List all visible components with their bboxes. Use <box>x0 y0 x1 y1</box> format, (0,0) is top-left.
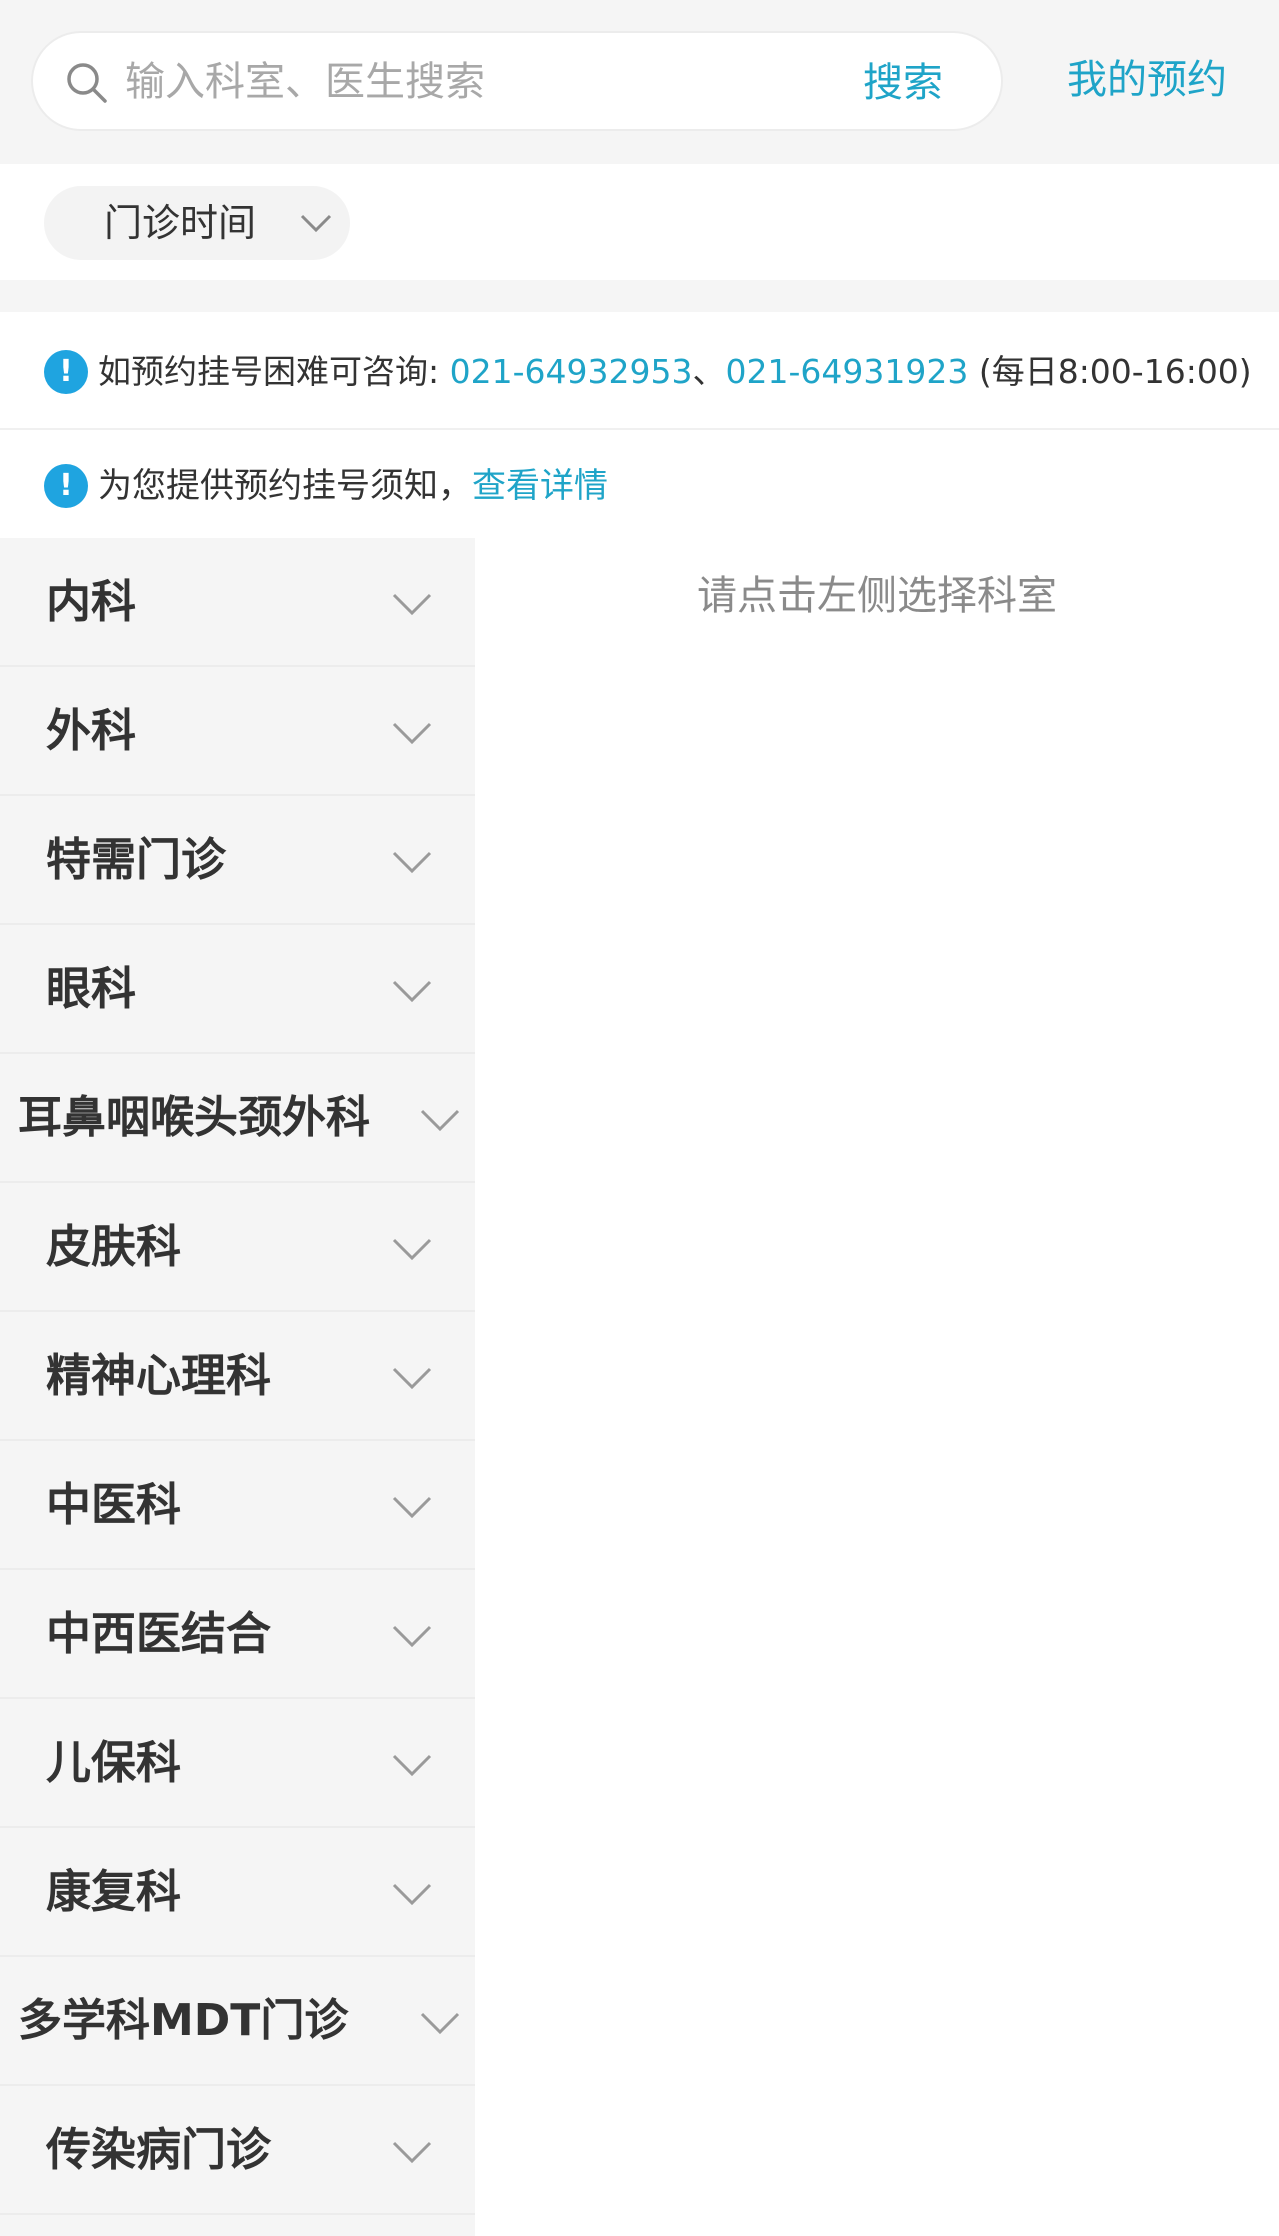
chevron-down-icon <box>392 1754 432 1777</box>
department-label: 内科 <box>46 575 137 628</box>
chevron-down-icon <box>420 1109 460 1132</box>
booking-guide-text: 为您提供预约挂号须知，查看详情 <box>98 461 608 511</box>
department-list: 内科 外科 特需门诊 眼科 耳鼻咽喉头颈外科 皮肤科 精神心理科 中医科 中西医… <box>0 538 475 2236</box>
department-item-ophthalmology[interactable]: 眼科 <box>0 925 475 1054</box>
department-label: 中医科 <box>46 1478 182 1531</box>
clinic-time-filter[interactable]: 门诊时间 <box>44 186 350 260</box>
notice-prefix: 为您提供预约挂号须知， <box>98 466 472 506</box>
department-label: 精神心理科 <box>46 1349 272 1402</box>
department-item-special-clinic[interactable]: 特需门诊 <box>0 796 475 925</box>
department-label: 皮肤科 <box>46 1220 182 1273</box>
department-label: 耳鼻咽喉头颈外科 <box>18 1092 370 1143</box>
notice-prefix: 如预约挂号困难可咨询: <box>98 352 450 391</box>
filter-bar: 门诊时间 <box>0 164 1279 280</box>
department-label: 传染病门诊 <box>46 2123 272 2176</box>
department-label: 中西医结合 <box>46 1607 272 1660</box>
search-button[interactable]: 搜索 <box>833 55 973 111</box>
chevron-down-icon <box>420 2012 460 2035</box>
phone-link-1[interactable]: 021-64932953 <box>450 352 693 391</box>
view-details-link[interactable]: 查看详情 <box>472 466 608 506</box>
info-icon: ! <box>44 464 88 508</box>
department-item-surgery[interactable]: 外科 <box>0 667 475 796</box>
chevron-down-icon <box>392 851 432 874</box>
search-icon <box>67 63 107 103</box>
department-label: 外科 <box>46 704 137 757</box>
chevron-down-icon <box>392 980 432 1003</box>
department-label: 多学科MDT门诊 <box>18 1995 349 2046</box>
department-item-child-health[interactable]: 儿保科 <box>0 1699 475 1828</box>
department-item-rehabilitation[interactable]: 康复科 <box>0 1828 475 1957</box>
chevron-down-icon <box>392 593 432 616</box>
department-item-internal-medicine[interactable]: 内科 <box>0 538 475 667</box>
department-item-integrated-medicine[interactable]: 中西医结合 <box>0 1570 475 1699</box>
department-label: 儿保科 <box>46 1736 182 1789</box>
department-item-infectious-disease[interactable]: 传染病门诊 <box>0 2086 475 2215</box>
department-item-dermatology[interactable]: 皮肤科 <box>0 1183 475 1312</box>
booking-guide-notice: ! 为您提供预约挂号须知，查看详情 <box>0 430 1279 538</box>
chevron-down-icon <box>392 1625 432 1648</box>
chevron-down-icon <box>392 1496 432 1519</box>
search-box[interactable]: 搜索 <box>31 31 1003 131</box>
chevron-down-icon <box>392 722 432 745</box>
info-icon: ! <box>44 350 88 394</box>
consult-phone-notice: ! 如预约挂号困难可咨询: 021-64932953、021-64931923 … <box>0 312 1279 430</box>
department-item-psychiatry[interactable]: 精神心理科 <box>0 1312 475 1441</box>
top-bar: 搜索 我的预约 <box>0 0 1279 164</box>
phone-separator: 、 <box>692 352 726 391</box>
service-hours: (每日8:00-16:00) <box>968 352 1252 391</box>
chevron-down-icon <box>392 1883 432 1906</box>
chevron-down-icon <box>392 1367 432 1390</box>
department-item-tcm[interactable]: 中医科 <box>0 1441 475 1570</box>
clinic-time-filter-label: 门诊时间 <box>104 201 257 245</box>
chevron-down-icon <box>392 1238 432 1261</box>
department-item-mdt-clinic[interactable]: 多学科MDT门诊 <box>0 1957 475 2086</box>
phone-link-2[interactable]: 021-64931923 <box>725 352 968 391</box>
select-department-hint: 请点击左侧选择科室 <box>697 573 1057 619</box>
search-input[interactable] <box>125 53 805 111</box>
my-appointments-link[interactable]: 我的预约 <box>1032 48 1262 112</box>
department-content-panel: 请点击左侧选择科室 <box>475 538 1279 2236</box>
chevron-down-icon <box>300 214 332 233</box>
chevron-down-icon <box>392 2141 432 2164</box>
consult-phone-text: 如预约挂号困难可咨询: 021-64932953、021-64931923 (每… <box>98 347 1252 397</box>
department-item-ent[interactable]: 耳鼻咽喉头颈外科 <box>0 1054 475 1183</box>
department-label: 眼科 <box>46 962 137 1015</box>
department-label: 特需门诊 <box>46 833 227 886</box>
department-label: 康复科 <box>46 1865 182 1918</box>
